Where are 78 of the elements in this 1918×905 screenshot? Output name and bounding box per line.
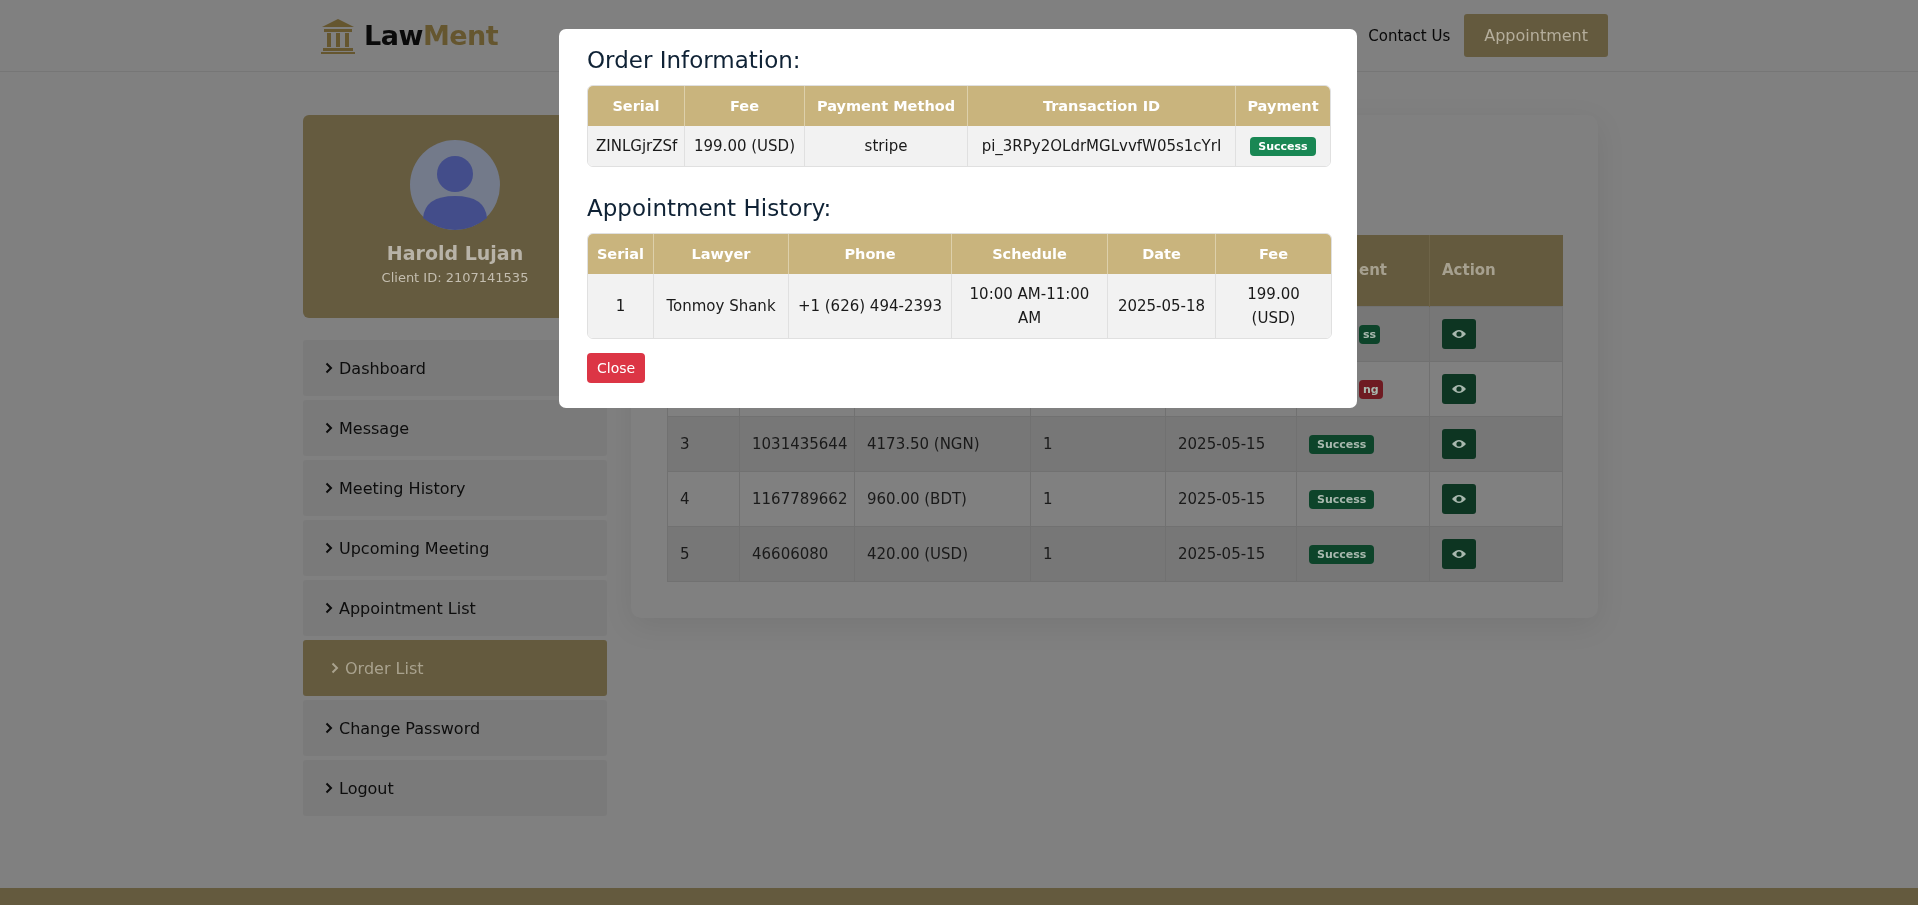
sidebar-item[interactable]: Change Password <box>303 700 607 756</box>
table-cell: 2025-05-18 <box>1117 297 1206 315</box>
column-header: Schedule <box>992 246 1067 262</box>
table-cell: 960.00 (BDT) <box>867 489 967 508</box>
table-cell: 3 <box>680 434 690 453</box>
status-badge: Success <box>1309 434 1375 454</box>
column-header: Fee <box>730 98 759 114</box>
sidebar-item[interactable]: Appointment List <box>303 580 607 636</box>
table-cell: 1 <box>1043 489 1053 508</box>
column-header: Fee <box>1259 246 1288 262</box>
status-badge: ss <box>1359 324 1381 344</box>
table-cell: 5 <box>680 544 690 563</box>
table-cell: 1031435644 <box>752 434 848 453</box>
eye-icon <box>1451 492 1467 505</box>
table-cell: 4 <box>680 489 690 508</box>
view-button[interactable] <box>1442 373 1476 404</box>
logo-text[interactable]: LawMent <box>364 20 499 51</box>
chevron-icon <box>325 482 333 494</box>
nav-link[interactable]: Contact Us <box>1368 26 1451 45</box>
eye-icon <box>1451 327 1467 340</box>
column-header: Lawyer <box>691 246 751 262</box>
column-header: Action <box>1442 261 1496 280</box>
table-cell: 199.00 (USD) <box>694 137 795 155</box>
chevron-icon <box>325 722 333 734</box>
table-cell: 2025-05-15 <box>1178 489 1266 508</box>
sidebar-item[interactable]: Meeting History <box>303 460 607 516</box>
client-id: Client ID: 2107141535 <box>381 270 529 285</box>
sidebar-item[interactable]: Upcoming Meeting <box>303 520 607 576</box>
chevron-icon <box>325 782 333 794</box>
chevron-icon <box>325 422 333 434</box>
table-cell: 1167789662 <box>752 489 848 508</box>
view-button[interactable] <box>1442 318 1476 349</box>
table-cell: 4173.50 (NGN) <box>867 434 980 453</box>
view-button[interactable] <box>1442 428 1476 459</box>
table-cell: +1 (626) 494-2393 <box>797 297 943 315</box>
column-header: ent <box>1359 261 1388 280</box>
eye-icon <box>1451 547 1467 560</box>
chevron-icon <box>331 662 339 674</box>
table-cell: 2025-05-15 <box>1178 434 1266 453</box>
table-cell: 1 <box>615 297 626 315</box>
table-cell: 10:00 AM-11:00 AM <box>969 285 1090 327</box>
column-header: Serial <box>596 246 645 262</box>
column-header: Transaction ID <box>1042 98 1161 114</box>
close-button[interactable]: Close <box>587 353 646 383</box>
table-cell: 46606080 <box>752 544 829 563</box>
status-badge: Success <box>1309 544 1375 564</box>
table-cell: ZINLGjrZSf <box>596 137 678 155</box>
appointment-button[interactable]: Appointment <box>1464 14 1608 57</box>
chevron-icon <box>325 362 333 374</box>
sidebar-item[interactable]: Order List <box>303 640 607 696</box>
chevron-icon <box>325 542 333 554</box>
eye-icon <box>1451 437 1467 450</box>
table-cell: Tonmoy Shank <box>666 297 776 315</box>
table-cell: 420.00 (USD) <box>867 544 968 563</box>
table-cell: stripe <box>864 137 908 155</box>
section-title: Order Information: <box>587 47 802 73</box>
column-header: Payment Method <box>816 98 956 114</box>
chevron-icon <box>325 602 333 614</box>
status-badge: Success <box>1309 489 1375 509</box>
table-cell: 1 <box>1043 544 1053 563</box>
status-badge: Success <box>1250 137 1316 156</box>
column-header: Payment <box>1247 98 1319 114</box>
table-cell: 1 <box>1043 434 1053 453</box>
column-header: Phone <box>844 246 896 262</box>
table-cell: 199.00 (USD) <box>1247 285 1300 327</box>
view-button[interactable] <box>1442 538 1476 569</box>
sidebar-item[interactable]: Message <box>303 400 607 456</box>
table-cell: 2025-05-15 <box>1178 544 1266 563</box>
profile-name: Harold Lujan <box>386 242 524 264</box>
eye-icon <box>1451 382 1467 395</box>
column-header: Date <box>1142 246 1181 262</box>
avatar-icon <box>410 140 500 230</box>
section-title: Appointment History: <box>587 195 833 221</box>
table-cell: pi_3RPy2OLdrMGLvvfW05s1cYrI <box>981 137 1222 155</box>
status-badge: ng <box>1359 379 1383 399</box>
column-header: Serial <box>612 98 660 114</box>
sidebar-item[interactable]: Logout <box>303 760 607 816</box>
view-button[interactable] <box>1442 483 1476 514</box>
